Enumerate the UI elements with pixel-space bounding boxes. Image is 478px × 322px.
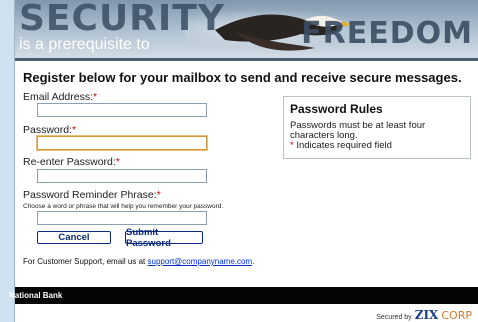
reminder-phrase-label-text: Password Reminder Phrase: xyxy=(23,189,157,201)
corp-logo-text: CORP xyxy=(441,309,472,322)
bank-name: National Bank xyxy=(9,291,63,300)
banner-security-text: SECURITY xyxy=(19,0,225,39)
reenter-password-field[interactable] xyxy=(37,169,207,183)
required-marker: * xyxy=(93,91,98,103)
footer-bar: National Bank xyxy=(9,287,478,304)
support-suffix: . xyxy=(252,257,255,266)
submit-password-button[interactable]: Submit Password xyxy=(125,227,203,249)
required-marker: * xyxy=(72,124,77,136)
password-rules-box: Password Rules Passwords must be at leas… xyxy=(283,96,471,159)
reminder-phrase-hint: Choose a word or phrase that will help y… xyxy=(23,203,224,210)
page: SECURITY is a prerequisite to FREEDOM Re… xyxy=(9,0,478,322)
zix-logo-text: ZIX xyxy=(414,308,439,322)
email-field[interactable] xyxy=(37,103,207,117)
support-email-link[interactable]: support@companyname.com xyxy=(148,257,253,266)
cancel-button[interactable]: Cancel xyxy=(37,231,111,244)
header-banner: SECURITY is a prerequisite to FREEDOM xyxy=(15,0,478,58)
reenter-password-label-text: Re-enter Password: xyxy=(23,156,116,168)
reminder-phrase-label: Password Reminder Phrase:* xyxy=(23,189,161,201)
banner-freedom-text: FREEDOM xyxy=(301,16,473,51)
reenter-password-label: Re-enter Password:* xyxy=(23,156,120,168)
required-field-note: * Indicates required field xyxy=(290,141,464,151)
password-rules-title: Password Rules xyxy=(290,102,383,116)
page-heading: Register below for your mailbox to send … xyxy=(23,70,462,85)
support-prefix: For Customer Support, email us at xyxy=(23,257,148,266)
required-marker: * xyxy=(156,189,161,201)
password-label: Password:* xyxy=(23,124,76,136)
password-field[interactable] xyxy=(37,136,207,150)
secured-by-logo: Secured by ZIX CORP xyxy=(376,308,472,322)
required-field-note-text: Indicates required field xyxy=(293,140,392,151)
email-label: Email Address:* xyxy=(23,91,97,103)
banner-prerequisite-text: is a prerequisite to xyxy=(19,36,150,53)
email-label-text: Email Address: xyxy=(23,91,94,103)
banner-divider xyxy=(15,58,478,61)
reminder-phrase-field[interactable] xyxy=(37,211,207,225)
password-label-text: Password: xyxy=(23,124,73,136)
support-text: For Customer Support, email us at suppor… xyxy=(23,257,254,266)
required-marker: * xyxy=(115,156,120,168)
secured-by-text: Secured by xyxy=(376,314,412,321)
password-rules-text: Passwords must be at least four characte… xyxy=(290,120,426,141)
